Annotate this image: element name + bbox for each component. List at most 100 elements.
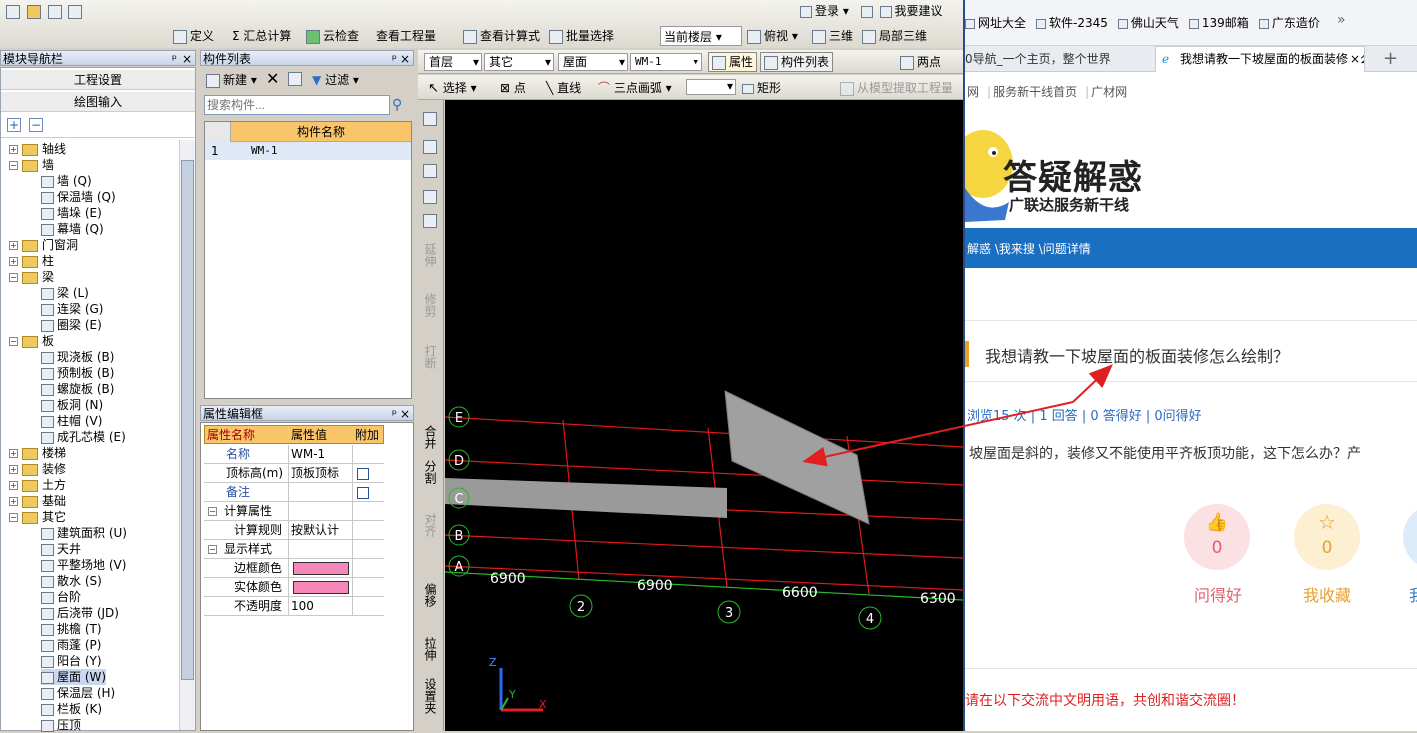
rotate-icon[interactable] — [423, 214, 437, 228]
tree-item[interactable]: − 板 — [9, 333, 54, 349]
top-view-button[interactable]: 俯视 ▾ — [747, 26, 798, 46]
tree-item[interactable]: 挑檐 (T) — [41, 621, 102, 637]
expand-icon[interactable]: + — [9, 481, 18, 490]
expand-icon[interactable]: + — [9, 241, 18, 250]
vtool-button[interactable]: 合并 — [420, 425, 440, 451]
close-icon[interactable]: × — [400, 51, 410, 67]
tree-item[interactable]: 幕墙 (Q) — [41, 221, 104, 237]
floor-dropdown[interactable]: 首层 ▾ — [424, 53, 482, 71]
flat-roof-slab[interactable] — [445, 478, 727, 518]
vtool-button[interactable]: 偏移 — [420, 583, 440, 609]
good-question-button[interactable]: 👍 0 — [1184, 504, 1250, 570]
pan-icon[interactable] — [423, 190, 437, 204]
tree-item[interactable]: 天井 — [41, 541, 81, 557]
favorite-button[interactable]: ☆ 0 — [1294, 504, 1360, 570]
vtool-button[interactable]: 修剪 — [420, 293, 440, 319]
breadcrumb[interactable]: 解惑 \我来搜 \问题详情 — [967, 240, 1091, 257]
tree-item[interactable]: 梁 (L) — [41, 285, 89, 301]
prop-row[interactable]: − 显示样式 — [204, 540, 384, 559]
subtype-dropdown[interactable]: 屋面 ▾ — [558, 53, 628, 71]
suggest-link[interactable]: 我要建议 — [895, 4, 943, 18]
tree-item[interactable]: 连梁 (G) — [41, 301, 103, 317]
site-nav-link[interactable]: 服务新干线首页 — [993, 85, 1077, 99]
collapse-icon[interactable]: − — [208, 545, 217, 554]
project-settings-tab[interactable]: 工程设置 — [1, 70, 195, 90]
prop-row[interactable]: − 计算属性 — [204, 502, 384, 521]
favorite-link[interactable]: 139邮箱 — [1188, 16, 1249, 30]
select-button[interactable]: ↖ 选择 ▾ — [428, 79, 477, 96]
copy-icon[interactable] — [288, 71, 305, 86]
favorite-link[interactable]: 网址大全 — [965, 16, 1026, 30]
tree-item[interactable]: 屋面 (W) — [41, 669, 107, 685]
vtool-button[interactable]: 设置夹 — [420, 678, 440, 716]
favorite-link[interactable]: 佛山天气 — [1117, 16, 1179, 30]
vtool-button[interactable]: 延伸 — [420, 243, 440, 269]
color-swatch[interactable] — [293, 562, 349, 575]
prop-row[interactable]: 边框颜色 — [204, 559, 384, 578]
expand-icon[interactable]: + — [9, 145, 18, 154]
prop-row[interactable]: 不透明度 100 — [204, 597, 384, 616]
define-button[interactable]: 定义 — [173, 26, 214, 46]
prop-row[interactable]: 顶标高(m) 顶板顶标 — [204, 464, 384, 483]
tree-item[interactable]: + 基础 — [9, 493, 66, 509]
drawing-canvas[interactable]: E D C B A 2 3 4 6900 6900 6600 6300 Z Y … — [445, 100, 963, 731]
search-icon[interactable]: ⚲ — [392, 97, 402, 113]
rect-button[interactable]: 矩形 — [742, 79, 781, 96]
close-icon[interactable]: × — [400, 406, 410, 422]
component-search-input[interactable] — [204, 95, 390, 115]
mirror-icon[interactable] — [423, 164, 437, 178]
collapse-all-icon[interactable]: − — [29, 118, 43, 132]
expand-all-icon[interactable]: + — [7, 118, 21, 132]
undo-icon[interactable] — [68, 4, 83, 19]
login-link[interactable]: 登录 — [815, 4, 839, 18]
tree-item[interactable]: + 柱 — [9, 253, 54, 269]
prop-row[interactable]: 计算规则 按默认计 — [204, 521, 384, 540]
tree-item[interactable]: − 梁 — [9, 269, 54, 285]
expand-icon[interactable]: + — [9, 449, 18, 458]
tree-item[interactable]: 栏板 (K) — [41, 701, 102, 717]
vtool-button[interactable]: 对齐 — [420, 513, 440, 539]
point-button[interactable]: ⊠ 点 — [500, 79, 526, 96]
collapse-icon[interactable]: − — [208, 507, 217, 516]
category-dropdown[interactable]: 其它 ▾ — [484, 53, 554, 71]
favorite-link[interactable]: 广东造价 — [1258, 16, 1320, 30]
tree-item[interactable]: 成孔芯模 (E) — [41, 429, 126, 445]
tree-item[interactable]: 平整场地 (V) — [41, 557, 126, 573]
extra-checkbox[interactable] — [357, 468, 369, 480]
prop-row[interactable]: 备注 — [204, 483, 384, 502]
tree-item[interactable]: + 楼梯 — [9, 445, 66, 461]
expand-icon[interactable]: + — [9, 257, 18, 266]
tree-item[interactable]: 雨蓬 (P) — [41, 637, 101, 653]
nav-scroll-thumb[interactable] — [181, 160, 194, 680]
vtool-button[interactable]: 分割 — [420, 460, 440, 486]
nav-scrollbar[interactable] — [179, 140, 195, 730]
tree-item[interactable]: + 门窗洞 — [9, 237, 78, 253]
tree-item[interactable]: 保温墙 (Q) — [41, 189, 116, 205]
collapse-icon[interactable]: − — [9, 513, 18, 522]
new-file-icon[interactable] — [6, 4, 20, 19]
prop-row[interactable]: 名称 WM-1 — [204, 445, 384, 464]
two-points-button[interactable]: 两点 — [900, 53, 941, 70]
tree-item[interactable]: 圈梁 (E) — [41, 317, 102, 333]
collapse-icon[interactable]: − — [9, 337, 18, 346]
site-nav-link[interactable]: 广材网 — [1091, 85, 1127, 99]
line-button[interactable]: ╲ 直线 — [546, 79, 581, 96]
third-action-button[interactable] — [1403, 504, 1417, 570]
filter-button[interactable]: ▼ 过滤 ▾ — [312, 71, 359, 88]
pin-icon[interactable]: ᵖ — [172, 51, 177, 67]
tree-item[interactable]: − 墙 — [9, 157, 54, 173]
tree-item[interactable]: + 土方 — [9, 477, 66, 493]
site-nav-link[interactable]: 网 — [967, 85, 979, 99]
bell-icon[interactable] — [860, 5, 873, 18]
tree-item[interactable]: 台阶 — [41, 589, 81, 605]
open-folder-icon[interactable] — [26, 4, 41, 19]
more-chevron-icon[interactable]: » — [1337, 12, 1346, 28]
delete-icon[interactable]: ✕ — [266, 69, 279, 88]
expand-icon[interactable]: + — [9, 465, 18, 474]
new-button[interactable]: 新建 ▾ — [206, 71, 257, 88]
tree-item[interactable]: 墙垛 (E) — [41, 205, 102, 221]
tree-item[interactable]: 螺旋板 (B) — [41, 381, 114, 397]
local-3d-button[interactable]: 局部三维 — [862, 26, 927, 46]
tree-item[interactable]: 板洞 (N) — [41, 397, 103, 413]
arc-option-dropdown[interactable]: ▾ — [686, 79, 736, 95]
